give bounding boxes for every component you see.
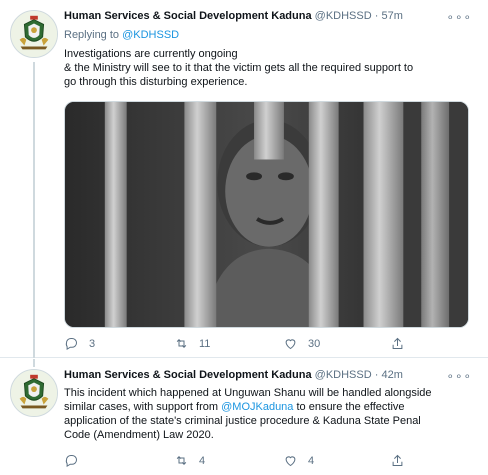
- thread-connector: [33, 62, 35, 358]
- tweet-text-line: Investigations are currently ongoing: [64, 48, 238, 60]
- retweet-count: 11: [199, 337, 211, 350]
- reply-button[interactable]: 3: [64, 336, 95, 351]
- author-name[interactable]: Human Services & Social Development Kadu…: [64, 10, 312, 22]
- replying-label: Replying to: [64, 29, 120, 41]
- crest-icon: [11, 11, 57, 57]
- retweet-icon: [176, 339, 187, 348]
- tweet-text-line: application of the state's criminal just…: [64, 415, 421, 427]
- tweet-text-line: Code (Amendment) Law 2020.: [64, 429, 214, 441]
- share-icon: [392, 454, 403, 466]
- thread-connector: [33, 359, 35, 367]
- more-options-button[interactable]: ∘∘∘: [446, 10, 472, 24]
- tweet-actions: 3 11 30: [64, 336, 464, 354]
- author-name[interactable]: Human Services & Social Development Kadu…: [64, 369, 312, 381]
- like-button[interactable]: 30: [283, 336, 320, 351]
- heart-icon: [285, 339, 296, 350]
- share-button[interactable]: [390, 336, 405, 351]
- replying-mention-link[interactable]: @KDHSSD: [122, 29, 179, 41]
- tweet-text-line: This incident which happened at Unguwan …: [64, 387, 432, 399]
- retweet-button[interactable]: 4: [174, 453, 205, 468]
- tweet-text-line: & the Ministry will see to it that the v…: [64, 62, 414, 74]
- tweet-time[interactable]: 57m: [381, 10, 402, 22]
- author-handle[interactable]: @KDHSSD: [315, 369, 372, 381]
- reply-button[interactable]: [64, 453, 89, 468]
- separator-dot: ·: [374, 369, 379, 381]
- like-count: 30: [308, 337, 321, 350]
- share-button[interactable]: [390, 453, 405, 468]
- tweet-text: Investigations are currently ongoing & t…: [64, 47, 476, 89]
- retweet-icon: [176, 456, 187, 465]
- profile-avatar[interactable]: [10, 369, 58, 417]
- tweet-text-line: go through this disturbing experience.: [64, 76, 248, 88]
- crest-icon: [11, 370, 57, 416]
- tweet-text: This incident which happened at Unguwan …: [64, 386, 476, 442]
- replying-to: Replying to @KDHSSD: [64, 29, 179, 41]
- tweet-header: Human Services & Social Development Kadu…: [64, 10, 472, 26]
- tweet-text-segment: to ensure the effective: [293, 401, 405, 413]
- retweet-button[interactable]: 11: [174, 336, 210, 351]
- tweet-header: Human Services & Social Development Kadu…: [64, 369, 472, 385]
- tweet-time[interactable]: 42m: [381, 369, 402, 381]
- retweet-count: 4: [199, 454, 206, 467]
- photo-image: [65, 102, 468, 327]
- author-handle[interactable]: @KDHSSD: [315, 10, 372, 22]
- tweet-text-segment: similar cases, with support from: [64, 401, 222, 413]
- reply-icon: [65, 455, 77, 468]
- tweet[interactable]: Human Services & Social Development Kadu…: [0, 359, 488, 475]
- tweet-actions: 4 4: [64, 453, 464, 471]
- mention-link[interactable]: @MOJKaduna: [221, 401, 293, 413]
- tweet[interactable]: Human Services & Social Development Kadu…: [0, 0, 488, 358]
- share-icon: [392, 337, 403, 349]
- more-options-button[interactable]: ∘∘∘: [446, 369, 472, 383]
- reply-count: 3: [89, 337, 96, 350]
- tweet-photo[interactable]: [64, 101, 469, 328]
- reply-icon: [65, 338, 77, 351]
- separator-dot: ·: [374, 10, 379, 22]
- profile-avatar[interactable]: [10, 10, 58, 58]
- heart-icon: [285, 456, 296, 467]
- tweet-text-line: similar cases, with support from @MOJKad…: [64, 400, 476, 414]
- like-button[interactable]: 4: [283, 453, 314, 468]
- like-count: 4: [308, 454, 315, 467]
